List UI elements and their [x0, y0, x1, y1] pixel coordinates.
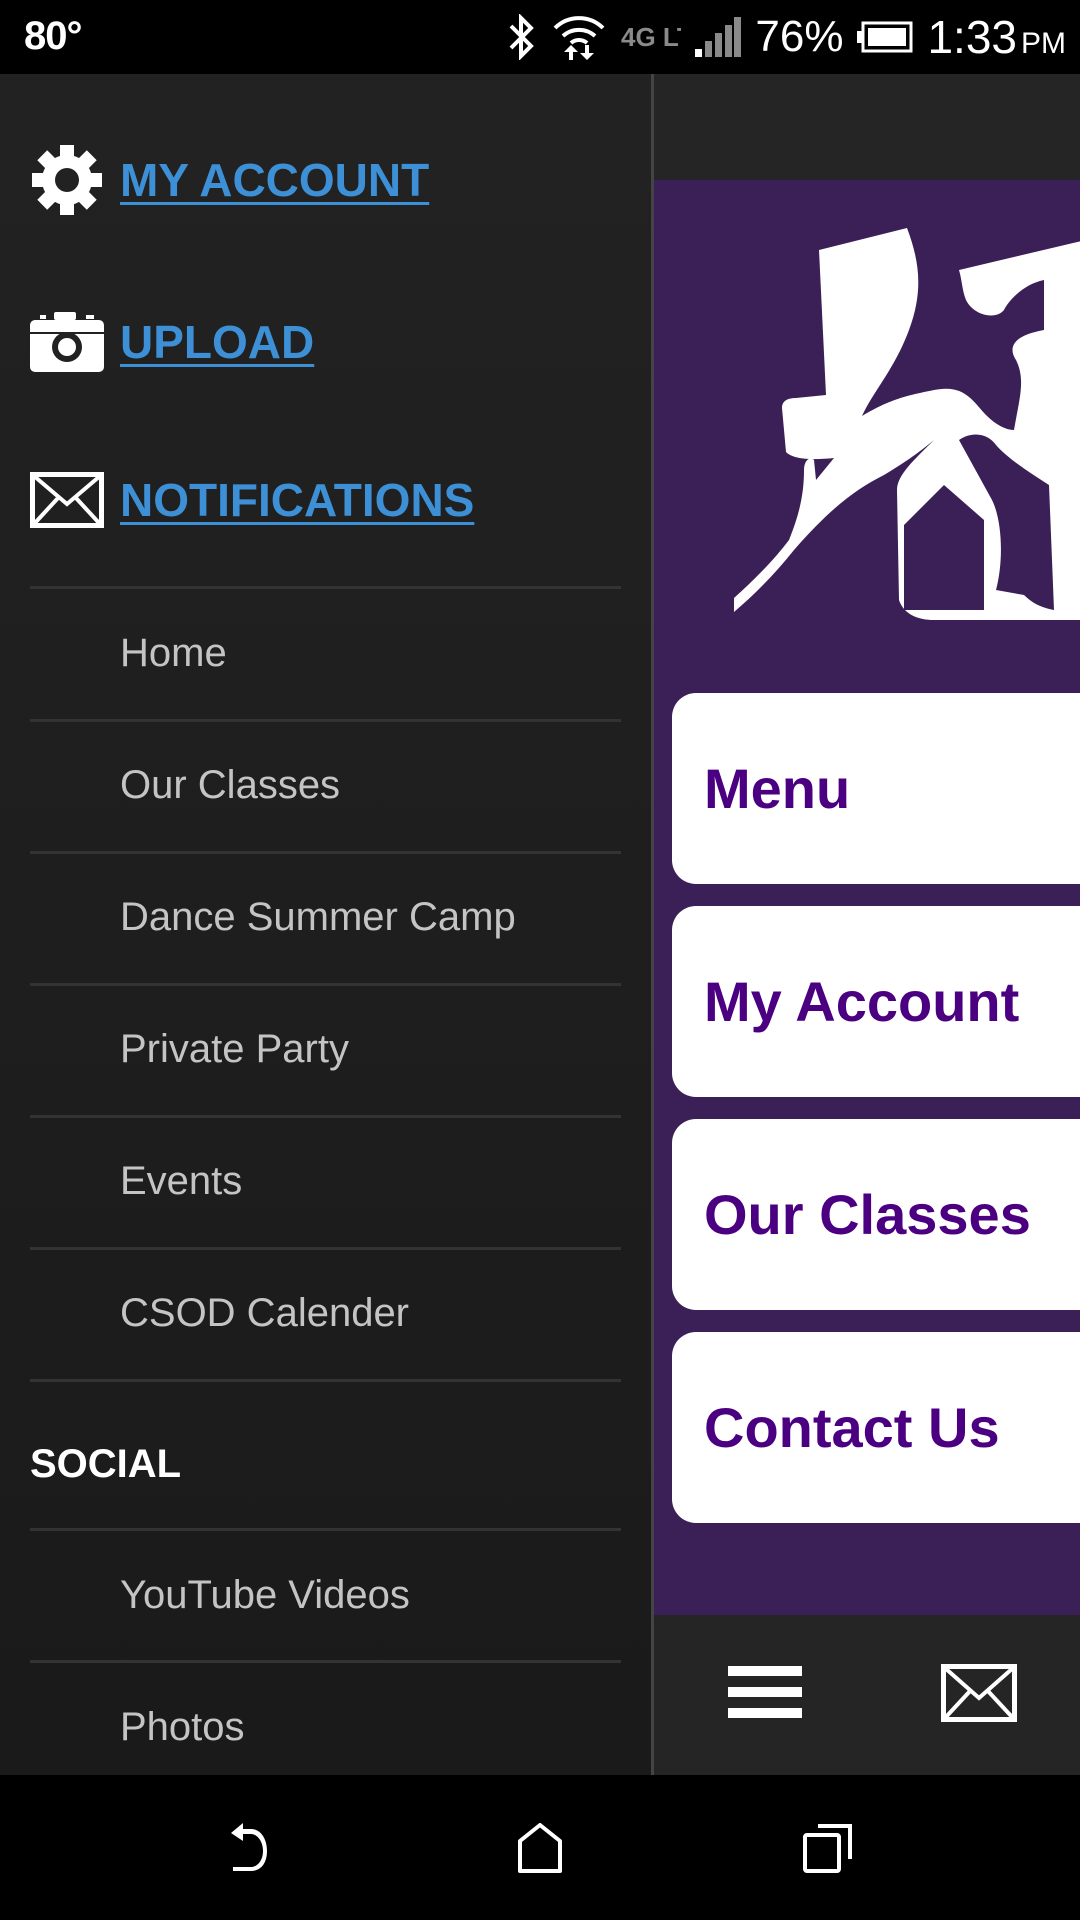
card-my-account[interactable]: My Account	[672, 906, 1080, 1097]
drawer-item-youtube-videos[interactable]: YouTube Videos	[120, 1530, 620, 1660]
drawer-item-photos[interactable]: Photos	[120, 1662, 620, 1775]
status-icons: 4G LTE 76% 1:33PM	[507, 0, 1066, 74]
app-header	[654, 74, 1080, 180]
drawer-item-events[interactable]: Events	[120, 1116, 620, 1246]
status-temperature: 80°	[24, 14, 82, 58]
drawer-link-my-account[interactable]: MY ACCOUNT	[30, 135, 429, 225]
card-label: Menu	[704, 757, 851, 820]
drawer-item-csod-calender[interactable]: CSOD Calender	[120, 1248, 620, 1378]
envelope-icon	[941, 1663, 1017, 1727]
card-label: Our Classes	[704, 1183, 1031, 1246]
drawer-item-private-party[interactable]: Private Party	[120, 984, 620, 1114]
drawer-link-notifications[interactable]: NOTIFICATIONS	[30, 455, 474, 545]
gear-icon	[30, 143, 104, 217]
card-contact-us[interactable]: Contact Us	[672, 1332, 1080, 1523]
status-time: 1:33 PM	[927, 11, 1066, 63]
drawer-item-dance-summer-camp[interactable]: Dance Summer Camp	[120, 852, 620, 982]
dancer-logo	[734, 228, 1080, 620]
4g-lte-icon: 4G LTE	[621, 20, 681, 54]
main-content: Menu My Account Our Classes Contact Us	[654, 180, 1080, 1615]
drawer-item-our-classes[interactable]: Our Classes	[120, 720, 620, 850]
card-menu[interactable]: Menu	[672, 693, 1080, 884]
recents-button[interactable]	[783, 1805, 873, 1895]
back-button[interactable]	[206, 1805, 296, 1895]
navigation-drawer: MY ACCOUNT UPLOAD NOTIFICATIONS Home Our…	[0, 74, 651, 1775]
hamburger-menu-button[interactable]	[720, 1655, 810, 1735]
divider	[30, 1379, 621, 1382]
status-bar: 80° 4G LTE	[0, 0, 1080, 74]
system-nav-bar	[0, 1775, 1080, 1920]
card-label: Contact Us	[704, 1396, 1000, 1459]
section-header-social: SOCIAL	[30, 1441, 182, 1486]
drawer-link-label[interactable]: UPLOAD	[120, 315, 314, 369]
home-icon	[516, 1822, 564, 1878]
envelope-icon	[30, 463, 104, 537]
back-icon	[225, 1822, 277, 1878]
battery-icon	[857, 21, 913, 53]
bluetooth-icon	[507, 14, 537, 60]
drawer-link-label[interactable]: MY ACCOUNT	[120, 153, 429, 207]
camera-icon	[30, 305, 104, 379]
battery-percent: 76%	[755, 12, 844, 61]
bottom-toolbar	[654, 1615, 1080, 1775]
home-button[interactable]	[495, 1805, 585, 1895]
messages-button[interactable]	[934, 1655, 1024, 1735]
drawer-link-upload[interactable]: UPLOAD	[30, 297, 314, 387]
drawer-link-label[interactable]: NOTIFICATIONS	[120, 473, 474, 527]
card-label: My Account	[704, 970, 1020, 1033]
hamburger-menu-icon	[728, 1665, 802, 1725]
signal-icon	[695, 17, 742, 57]
wifi-icon	[551, 12, 607, 62]
svg-text:4G LTE: 4G LTE	[621, 22, 681, 52]
drawer-item-home[interactable]: Home	[120, 588, 620, 718]
recents-icon	[802, 1823, 854, 1878]
card-our-classes[interactable]: Our Classes	[672, 1119, 1080, 1310]
